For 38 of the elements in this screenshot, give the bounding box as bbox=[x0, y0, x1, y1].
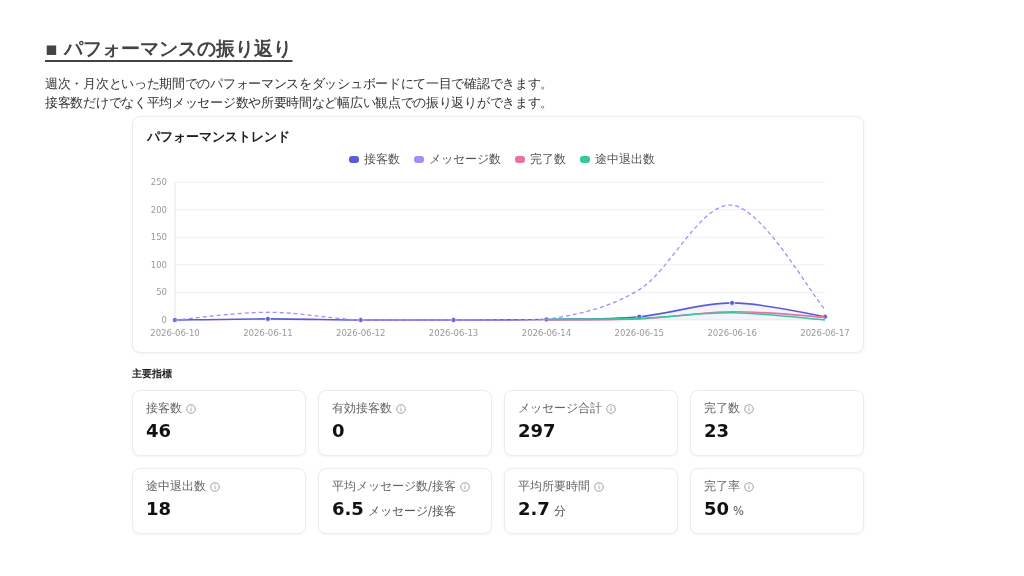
metrics-heading: 主要指標 bbox=[132, 367, 173, 381]
x-tick-label: 2026-06-11 bbox=[243, 328, 293, 338]
metric-label: メッセージ合計 bbox=[518, 401, 602, 416]
x-tick-label: 2026-06-10 bbox=[150, 328, 200, 338]
x-tick-label: 2026-06-13 bbox=[428, 328, 479, 338]
metric-label: 有効接客数 bbox=[332, 401, 392, 416]
metric-value: 2.7 bbox=[518, 498, 550, 519]
y-tick-label: 100 bbox=[150, 259, 167, 270]
x-tick-label: 2026-06-12 bbox=[336, 328, 386, 338]
description-text: 週次・月次といった期間でのパフォーマンスをダッシュボードにて一目で確認できます。 bbox=[45, 75, 554, 93]
x-tick-label: 2026-06-14 bbox=[521, 328, 572, 338]
y-tick-label: 150 bbox=[150, 232, 167, 243]
metric-value: 50 bbox=[704, 498, 730, 519]
metric-value: 23 bbox=[704, 420, 730, 441]
metric-value: 0 bbox=[332, 420, 345, 441]
y-tick-label: 250 bbox=[150, 177, 167, 187]
metric-label: 完了率 bbox=[704, 479, 740, 494]
chart-title: パフォーマンストレンド bbox=[147, 129, 291, 146]
metric-value: 6.5 bbox=[332, 498, 364, 519]
metric-label: 途中退出数 bbox=[146, 479, 206, 494]
metric-label: 接客数 bbox=[146, 401, 182, 416]
metric-unit: メッセージ/接客 bbox=[367, 504, 456, 519]
description-text: 接客数だけでなく平均メッセージ数や所要時間など幅広い観点での振り返りができます。 bbox=[45, 94, 554, 112]
metric-label: 完了数 bbox=[704, 401, 740, 416]
y-tick-label: 0 bbox=[161, 315, 167, 325]
metric-value: 46 bbox=[146, 420, 172, 441]
metric-unit: 分 bbox=[553, 504, 566, 519]
y-tick-label: 200 bbox=[150, 204, 167, 215]
metric-value: 297 bbox=[518, 420, 556, 441]
section-title: ▪ パフォーマンスの振り返り bbox=[45, 36, 293, 61]
metric-label: 平均所要時間 bbox=[518, 479, 590, 494]
y-tick-label: 50 bbox=[156, 287, 167, 298]
metric-unit: % bbox=[733, 504, 744, 518]
x-tick-label: 2026-06-15 bbox=[614, 328, 664, 338]
metric-value: 18 bbox=[146, 498, 172, 519]
x-tick-label: 2026-06-16 bbox=[707, 328, 757, 338]
metric-label: 平均メッセージ数/接客 bbox=[332, 479, 456, 494]
x-tick-label: 2026-06-17 bbox=[800, 328, 850, 338]
